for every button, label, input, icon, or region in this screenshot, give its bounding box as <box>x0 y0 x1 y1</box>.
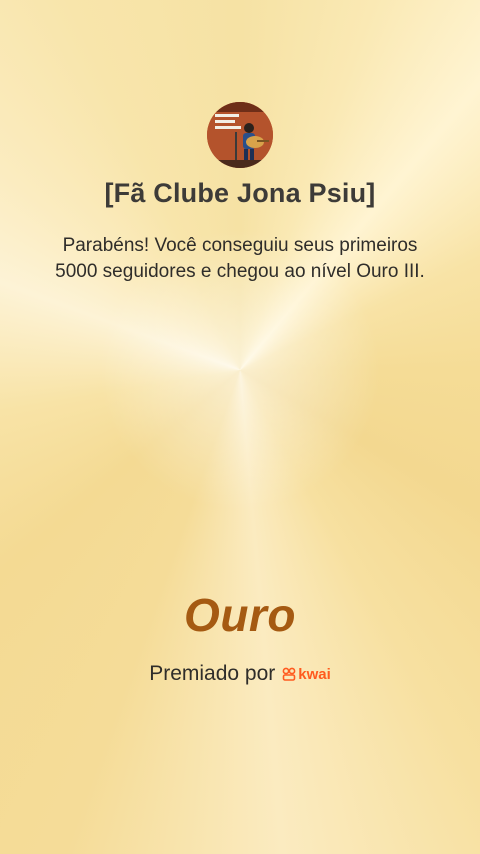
awarded-by-label: Premiado por <box>149 662 276 685</box>
club-name: [Fã Clube Jona Psiu] <box>104 178 376 208</box>
club-avatar[interactable] <box>207 102 273 168</box>
achievement-message: Parabéns! Você conseguiu seus primeiros … <box>55 235 425 282</box>
kwai-logo: kwai <box>282 666 331 683</box>
kwai-brand-name: kwai <box>298 665 331 683</box>
avatar-image <box>207 102 273 168</box>
level-badge-text: Ouro <box>184 589 296 641</box>
awarded-by: Premiado por kwai <box>0 662 480 686</box>
kwai-logo-icon <box>282 667 296 681</box>
